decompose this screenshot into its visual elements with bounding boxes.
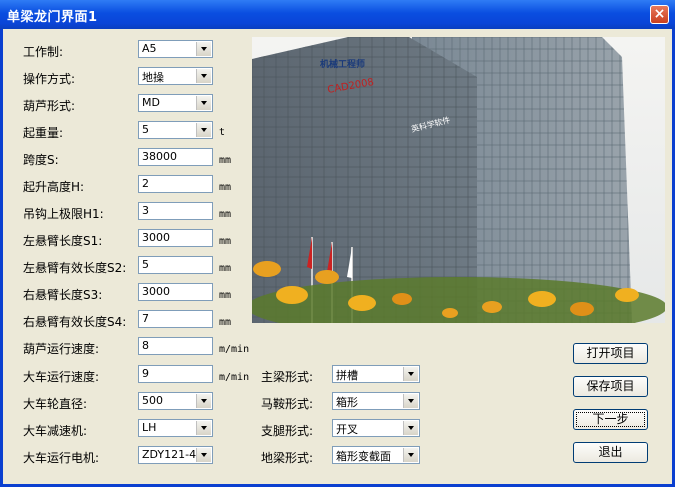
combo-leg-value: 开叉 (336, 423, 358, 436)
combo-main-beam-value: 拼槽 (336, 369, 358, 382)
open-project-button[interactable]: 打开项目 (573, 343, 648, 364)
unit-m-per-min: m/min (219, 372, 250, 383)
chevron-down-icon[interactable] (196, 69, 211, 83)
label-trolley-speed: 大车运行速度: (23, 370, 100, 384)
combo-lifting-capacity-value: 5 (142, 123, 149, 136)
combo-wheel-diameter-value: 500 (142, 394, 163, 407)
label-operation-mode: 操作方式: (23, 72, 76, 86)
logo-text: 机械工程师 (320, 58, 365, 70)
field-span-value: 38000 (142, 150, 177, 163)
chevron-down-icon[interactable] (196, 96, 211, 110)
label-hoist-type: 葫芦形式: (23, 99, 76, 113)
field-right-cantilever-effective-value: 7 (142, 312, 149, 325)
combo-saddle-value: 箱形 (336, 396, 358, 409)
field-right-cantilever-length-value: 3000 (142, 285, 170, 298)
field-right-cantilever-effective[interactable]: 7 (138, 310, 213, 328)
unit-mm: mm (219, 209, 232, 220)
unit-mm: mm (219, 263, 232, 274)
combo-reducer-value: LH (142, 421, 157, 434)
save-project-button[interactable]: 保存项目 (573, 376, 648, 397)
combo-lifting-capacity[interactable]: 5 (138, 121, 213, 139)
label-travel-motor: 大车运行电机: (23, 451, 100, 465)
field-span[interactable]: 38000 (138, 148, 213, 166)
combo-ground-beam[interactable]: 箱形变截面 (332, 446, 420, 464)
chevron-down-icon[interactable] (196, 42, 211, 56)
combo-operation-mode[interactable]: 地操 (138, 67, 213, 85)
combo-travel-motor[interactable]: ZDY121-4 (138, 446, 213, 464)
close-button[interactable]: × (650, 5, 669, 24)
label-left-cantilever-length: 左悬臂长度S1: (23, 234, 103, 248)
field-trolley-speed-value: 9 (142, 367, 149, 380)
window-title: 单梁龙门界面1 (7, 10, 98, 25)
field-left-cantilever-length-value: 3000 (142, 231, 170, 244)
combo-work-duty-value: A5 (142, 42, 157, 55)
combo-saddle[interactable]: 箱形 (332, 392, 420, 410)
unit-t: t (219, 127, 226, 138)
label-ground-beam: 地梁形式: (261, 451, 314, 465)
label-wheel-diameter: 大车轮直径: (23, 397, 88, 411)
combo-wheel-diameter[interactable]: 500 (138, 392, 213, 410)
label-main-beam: 主梁形式: (261, 370, 314, 384)
combo-travel-motor-value: ZDY121-4 (142, 448, 197, 461)
main-window: 单梁龙门界面1 × 工作制: A5 操作方式: 地操 葫芦形式: MD 起重量:… (0, 0, 675, 487)
chevron-down-icon[interactable] (196, 448, 211, 462)
unit-mm: mm (219, 155, 232, 166)
combo-hoist-type-value: MD (142, 96, 160, 109)
label-work-duty: 工作制: (23, 45, 64, 59)
combo-leg[interactable]: 开叉 (332, 419, 420, 437)
chevron-down-icon[interactable] (196, 421, 211, 435)
label-reducer: 大车减速机: (23, 424, 88, 438)
unit-mm: mm (219, 182, 232, 193)
label-saddle: 马鞍形式: (261, 397, 314, 411)
next-step-button[interactable]: 下一步 (573, 409, 648, 430)
title-bar[interactable]: 单梁龙门界面1 × (0, 0, 675, 29)
field-right-cantilever-length[interactable]: 3000 (138, 283, 213, 301)
field-lift-height-value: 2 (142, 177, 149, 190)
building-image: 机械工程师 CAD2008 英科学软件 (252, 37, 665, 323)
unit-m-per-min: m/min (219, 344, 250, 355)
label-span: 跨度S: (23, 153, 59, 167)
combo-work-duty[interactable]: A5 (138, 40, 213, 58)
field-hook-upper-limit-value: 3 (142, 204, 149, 217)
label-leg: 支腿形式: (261, 424, 314, 438)
label-right-cantilever-effective: 右悬臂有效长度S4: (23, 315, 127, 329)
field-hook-upper-limit[interactable]: 3 (138, 202, 213, 220)
chevron-down-icon[interactable] (403, 367, 418, 381)
field-hoist-speed-value: 8 (142, 339, 149, 352)
label-left-cantilever-effective: 左悬臂有效长度S2: (23, 261, 127, 275)
field-left-cantilever-effective[interactable]: 5 (138, 256, 213, 274)
combo-main-beam[interactable]: 拼槽 (332, 365, 420, 383)
chevron-down-icon[interactable] (196, 394, 211, 408)
label-lift-height: 起升高度H: (23, 180, 85, 194)
field-left-cantilever-length[interactable]: 3000 (138, 229, 213, 247)
unit-mm: mm (219, 236, 232, 247)
label-lifting-capacity: 起重量: (23, 126, 64, 140)
field-trolley-speed[interactable]: 9 (138, 365, 213, 383)
chevron-down-icon[interactable] (196, 123, 211, 137)
label-hoist-speed: 葫芦运行速度: (23, 342, 100, 356)
unit-mm: mm (219, 290, 232, 301)
combo-ground-beam-value: 箱形变截面 (336, 450, 391, 463)
combo-hoist-type[interactable]: MD (138, 94, 213, 112)
field-hoist-speed[interactable]: 8 (138, 337, 213, 355)
field-lift-height[interactable]: 2 (138, 175, 213, 193)
chevron-down-icon[interactable] (403, 394, 418, 408)
label-right-cantilever-length: 右悬臂长度S3: (23, 288, 103, 302)
company-building-photo: 机械工程师 CAD2008 英科学软件 (252, 37, 665, 323)
chevron-down-icon[interactable] (403, 448, 418, 462)
exit-button[interactable]: 退出 (573, 442, 648, 463)
combo-reducer[interactable]: LH (138, 419, 213, 437)
combo-operation-mode-value: 地操 (142, 71, 164, 84)
unit-mm: mm (219, 317, 232, 328)
field-left-cantilever-effective-value: 5 (142, 258, 149, 271)
chevron-down-icon[interactable] (403, 421, 418, 435)
label-hook-upper-limit: 吊钩上极限H1: (23, 207, 104, 221)
